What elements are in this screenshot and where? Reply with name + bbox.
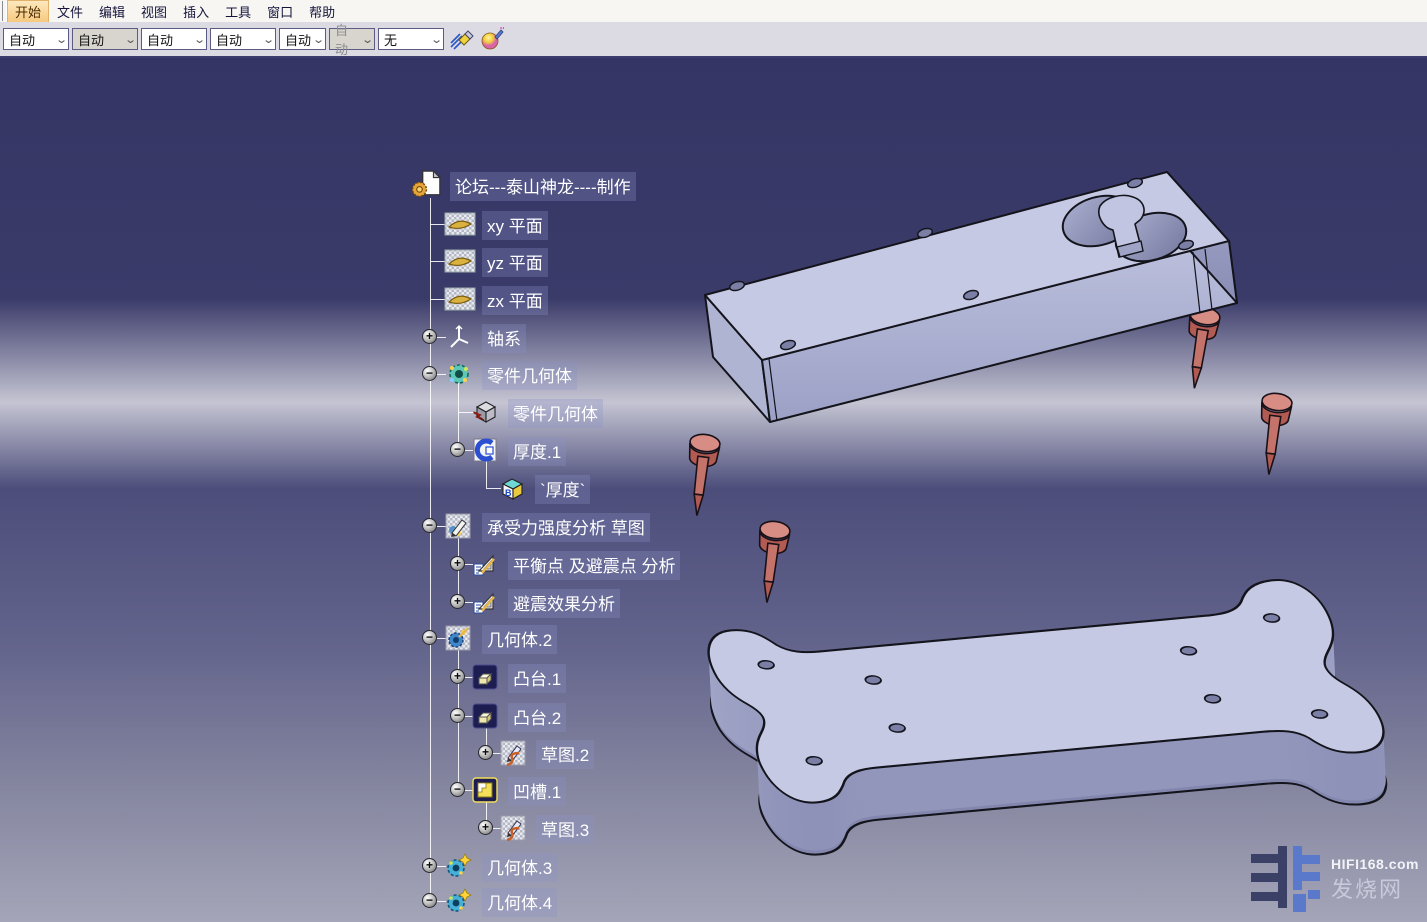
tree-node-label[interactable]: 厚度.1 — [508, 437, 566, 466]
tree-node-label[interactable]: `厚度` — [535, 475, 590, 504]
tree-tick — [458, 412, 473, 413]
tree-expander[interactable]: + — [450, 669, 465, 684]
menu-item-file[interactable]: 文件 — [49, 0, 91, 23]
tree-expander[interactable]: − — [422, 630, 437, 645]
menu-item-edit[interactable]: 编辑 — [91, 0, 133, 23]
chevron-down-icon: ⌄ — [361, 33, 374, 46]
tree-expander[interactable]: + — [478, 745, 493, 760]
menu-item-view[interactable]: 视图 — [133, 0, 175, 23]
chevron-down-icon: ⌄ — [262, 33, 275, 46]
watermark-name: 发烧网 — [1331, 872, 1419, 904]
tree-expander[interactable]: − — [422, 366, 437, 381]
tree-node-label[interactable]: 几何体.3 — [482, 853, 557, 882]
tree-node-label[interactable]: 承受力强度分析 草图 — [482, 513, 650, 542]
opacity-combobox[interactable]: 自动⌄ — [72, 28, 138, 50]
watermark-logo-icon — [1251, 846, 1323, 914]
screw-part[interactable] — [1179, 305, 1221, 390]
tree-expander[interactable]: − — [450, 442, 465, 457]
tree-expander[interactable]: + — [450, 556, 465, 571]
graphic-properties-toolbar: 自动⌄ 自动⌄ 自动⌄ 自动⌄ 自动⌄ 自动⌄ 无⌄ — [0, 22, 1427, 58]
tree-node-label[interactable]: yz 平面 — [482, 248, 548, 277]
tree-expander[interactable]: − — [450, 782, 465, 797]
body-gear-icon — [446, 361, 472, 387]
tree-expander[interactable]: + — [450, 594, 465, 609]
tree-trunk-line — [430, 198, 431, 901]
chevron-down-icon: ⌄ — [193, 33, 206, 46]
watermark-site: HIFI168.com — [1331, 856, 1419, 872]
tree-node-label[interactable]: 避震效果分析 — [508, 589, 620, 618]
axis-system-icon — [446, 324, 472, 350]
thickness-icon — [472, 437, 498, 463]
point-type-combobox[interactable]: 自动⌄ — [329, 28, 375, 50]
body-icon — [445, 625, 471, 651]
3d-scene: B — [0, 0, 1427, 922]
screw-part[interactable] — [1253, 392, 1293, 477]
pad-icon — [472, 703, 498, 729]
fill-color-combobox[interactable]: 自动⌄ — [3, 28, 69, 50]
sketch-icon — [500, 815, 526, 841]
layer-combobox[interactable]: 无⌄ — [378, 28, 444, 50]
tree-expander[interactable]: − — [422, 518, 437, 533]
menu-item-start[interactable]: 开始 — [7, 0, 49, 23]
tree-node-label[interactable]: 轴系 — [482, 324, 526, 353]
base-plate-part[interactable] — [695, 577, 1398, 858]
tree-node-label[interactable]: 平衡点 及避震点 分析 — [508, 551, 680, 580]
plane-icon — [444, 212, 476, 236]
paint-applicator-icon[interactable] — [450, 27, 474, 51]
pad-icon — [472, 664, 498, 690]
tree-node-label[interactable]: zx 平面 — [482, 286, 548, 315]
tree-branch-line — [458, 380, 459, 450]
watermark: HIFI168.com 发烧网 — [1251, 846, 1419, 914]
menu-item-insert[interactable]: 插入 — [175, 0, 217, 23]
screw-part[interactable] — [751, 520, 791, 605]
pocket-icon — [472, 777, 498, 803]
menu-item-window[interactable]: 窗口 — [259, 0, 301, 23]
tree-node-label[interactable]: 几何体.2 — [482, 625, 557, 654]
line-color-combobox[interactable]: 自动⌄ — [141, 28, 207, 50]
tree-node-label[interactable]: 论坛---泰山神龙----制作 — [450, 172, 636, 201]
tree-expander[interactable]: + — [478, 820, 493, 835]
menu-bar: 开始 文件 编辑 视图 插入 工具 窗口 帮助 — [0, 0, 1427, 23]
chevron-down-icon: ⌄ — [430, 33, 443, 46]
tree-expander[interactable]: − — [422, 893, 437, 908]
chevron-down-icon: ⌄ — [312, 33, 325, 46]
tree-expander[interactable]: + — [422, 858, 437, 873]
cover-block-part[interactable] — [705, 172, 1237, 422]
body-icon — [445, 853, 473, 879]
plane-icon — [444, 287, 476, 311]
menu-item-tools[interactable]: 工具 — [217, 0, 259, 23]
chevron-down-icon: ⌄ — [55, 33, 68, 46]
tree-expander[interactable]: − — [450, 708, 465, 723]
sketch-icon — [500, 740, 526, 766]
thickness-parameter-icon — [499, 475, 525, 501]
screw-part[interactable] — [681, 433, 721, 518]
material-sphere-icon[interactable] — [480, 27, 504, 51]
analysis-sketch-icon — [472, 551, 498, 577]
analysis-sketch-icon — [472, 589, 498, 615]
tree-node-label[interactable]: 草图.2 — [536, 740, 594, 769]
chevron-down-icon: ⌄ — [124, 33, 137, 46]
body-icon — [445, 888, 473, 914]
tree-node-label[interactable]: 几何体.4 — [482, 888, 557, 917]
part-document-icon — [412, 170, 442, 198]
tree-node-label[interactable]: 草图.3 — [536, 815, 594, 844]
plane-icon — [444, 249, 476, 273]
sketch-icon — [445, 513, 471, 539]
tree-node-label[interactable]: 凸台.1 — [508, 664, 566, 693]
line-weight-combobox[interactable]: 自动⌄ — [210, 28, 276, 50]
line-type-combobox[interactable]: 自动⌄ — [279, 28, 326, 50]
tree-expander[interactable]: + — [422, 329, 437, 344]
tree-node-label[interactable]: xy 平面 — [482, 211, 548, 240]
tree-node-label[interactable]: 凸台.2 — [508, 703, 566, 732]
tree-node-label[interactable]: 零件几何体 — [482, 361, 577, 390]
solid-cube-icon — [472, 399, 498, 425]
tree-node-label[interactable]: 零件几何体 — [508, 399, 603, 428]
tree-node-label[interactable]: 凹槽.1 — [508, 777, 566, 806]
